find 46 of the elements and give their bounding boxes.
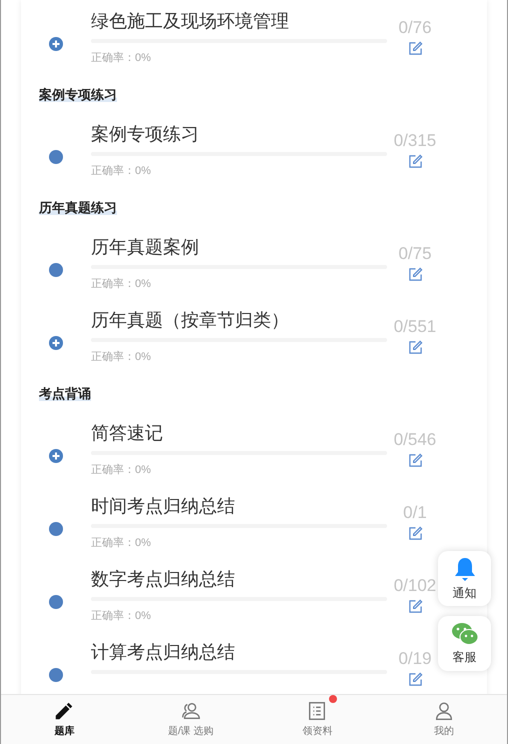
item-title[interactable]: 绿色施工及现场环境管理 (91, 8, 387, 32)
nav-tab[interactable]: 题/课 选购 (128, 695, 254, 744)
item-title[interactable]: 计算考点归纳总结 (91, 640, 387, 664)
floating-button[interactable]: 客服 (438, 616, 491, 671)
plus-circle-icon[interactable] (49, 448, 63, 462)
plus-circle-icon[interactable] (49, 336, 63, 350)
accuracy-text: 正确率：0% (91, 50, 152, 64)
question-count: 0/1 (403, 502, 427, 522)
edit-icon[interactable] (408, 452, 422, 468)
edit-icon[interactable] (408, 672, 422, 686)
floating-button[interactable]: 通知 (438, 551, 491, 606)
item-title[interactable]: 简答速记 (91, 420, 387, 444)
section-heading: 考点背诵 (39, 386, 91, 401)
section-heading: 历年真题练习 (39, 200, 117, 215)
nav-tab[interactable]: 题库 (1, 695, 128, 744)
section-heading: 案例专项练习 (39, 87, 117, 102)
edit-icon[interactable] (408, 598, 422, 614)
edit-icon[interactable] (408, 154, 422, 168)
nav-tab[interactable]: 我的 (380, 695, 507, 744)
question-count: 0/315 (394, 130, 436, 150)
item-title[interactable]: 数字考点归纳总结 (91, 566, 387, 590)
chat-icon (450, 622, 478, 646)
accuracy-text: 正确率：0% (91, 164, 152, 178)
accuracy-text: 正确率：0% (91, 608, 152, 622)
people-icon (180, 700, 202, 722)
question-count: 0/76 (398, 18, 432, 38)
accuracy-text: 正确率：0% (91, 462, 152, 476)
edit-icon[interactable] (408, 266, 422, 282)
item-title[interactable]: 历年真题（按章节归类） (91, 308, 387, 332)
accuracy-text: 正确率：0% (91, 536, 152, 550)
nav-tab[interactable]: 领资料 (254, 695, 380, 744)
item-title[interactable]: 时间考点归纳总结 (91, 494, 387, 518)
item-title[interactable]: 案例专项练习 (91, 122, 387, 146)
bell-icon (452, 556, 476, 582)
accuracy-text: 正确率：0% (91, 276, 152, 290)
question-count: 0/102 (394, 576, 436, 596)
question-count: 0/19 (398, 648, 432, 668)
question-count: 0/75 (398, 244, 432, 264)
plus-circle-icon[interactable] (49, 36, 63, 50)
question-count: 0/546 (394, 430, 436, 450)
edit-icon[interactable] (408, 526, 422, 540)
edit-icon[interactable] (408, 340, 422, 354)
edit-icon[interactable] (408, 40, 422, 56)
question-count: 0/551 (394, 316, 436, 336)
accuracy-text: 正确率：0% (91, 350, 152, 364)
item-title[interactable]: 历年真题案例 (91, 234, 387, 258)
